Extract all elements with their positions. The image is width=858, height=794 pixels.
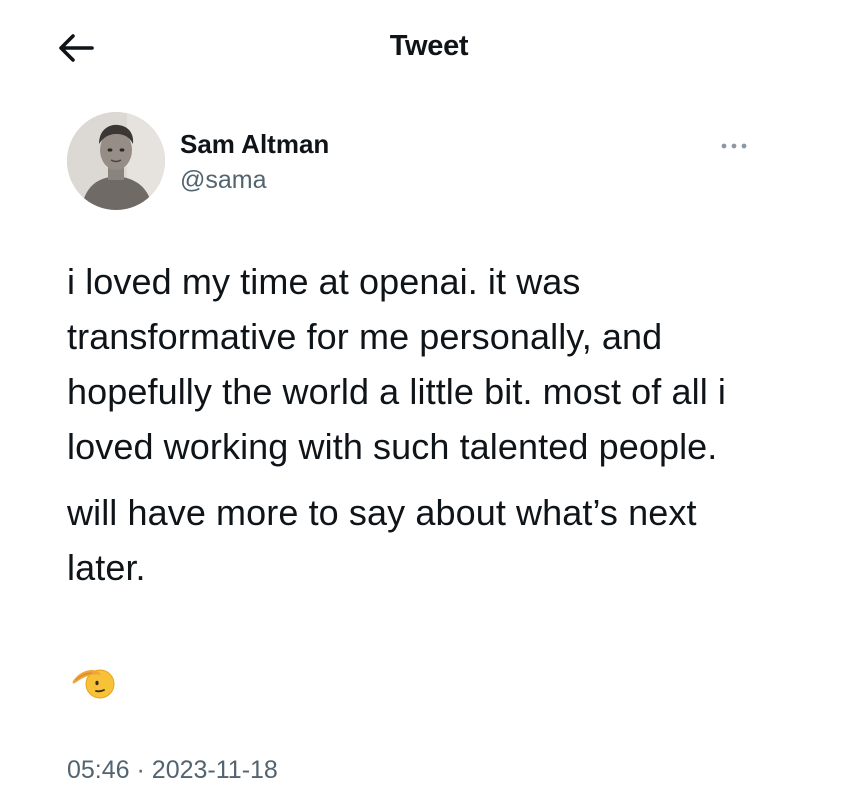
more-horizontal-icon — [721, 143, 747, 149]
saluting-face-icon — [70, 656, 118, 704]
more-options-button[interactable] — [717, 136, 751, 156]
author-name[interactable]: Sam Altman — [180, 129, 329, 160]
author-handle[interactable]: @sama — [180, 166, 267, 195]
meta-separator: · — [136, 756, 145, 784]
tweet-author: Sam Altman @sama — [67, 112, 787, 212]
avatar-photo — [67, 112, 165, 210]
page-title: Tweet — [389, 30, 469, 62]
tweet-date: 2023-11-18 — [151, 756, 278, 784]
tweet-paragraph: i loved my time at openai. it was transf… — [67, 261, 727, 467]
tweet-paragraph: will have more to say about what’s next … — [67, 492, 697, 588]
avatar[interactable] — [67, 112, 165, 210]
tweet-time: 05:46 — [67, 756, 130, 784]
tweet-timestamp[interactable]: 05:46 · 2023-11-18 — [67, 756, 278, 785]
top-bar: Tweet — [0, 0, 858, 92]
tweet-text: i loved my time at openai. it was transf… — [67, 254, 767, 595]
